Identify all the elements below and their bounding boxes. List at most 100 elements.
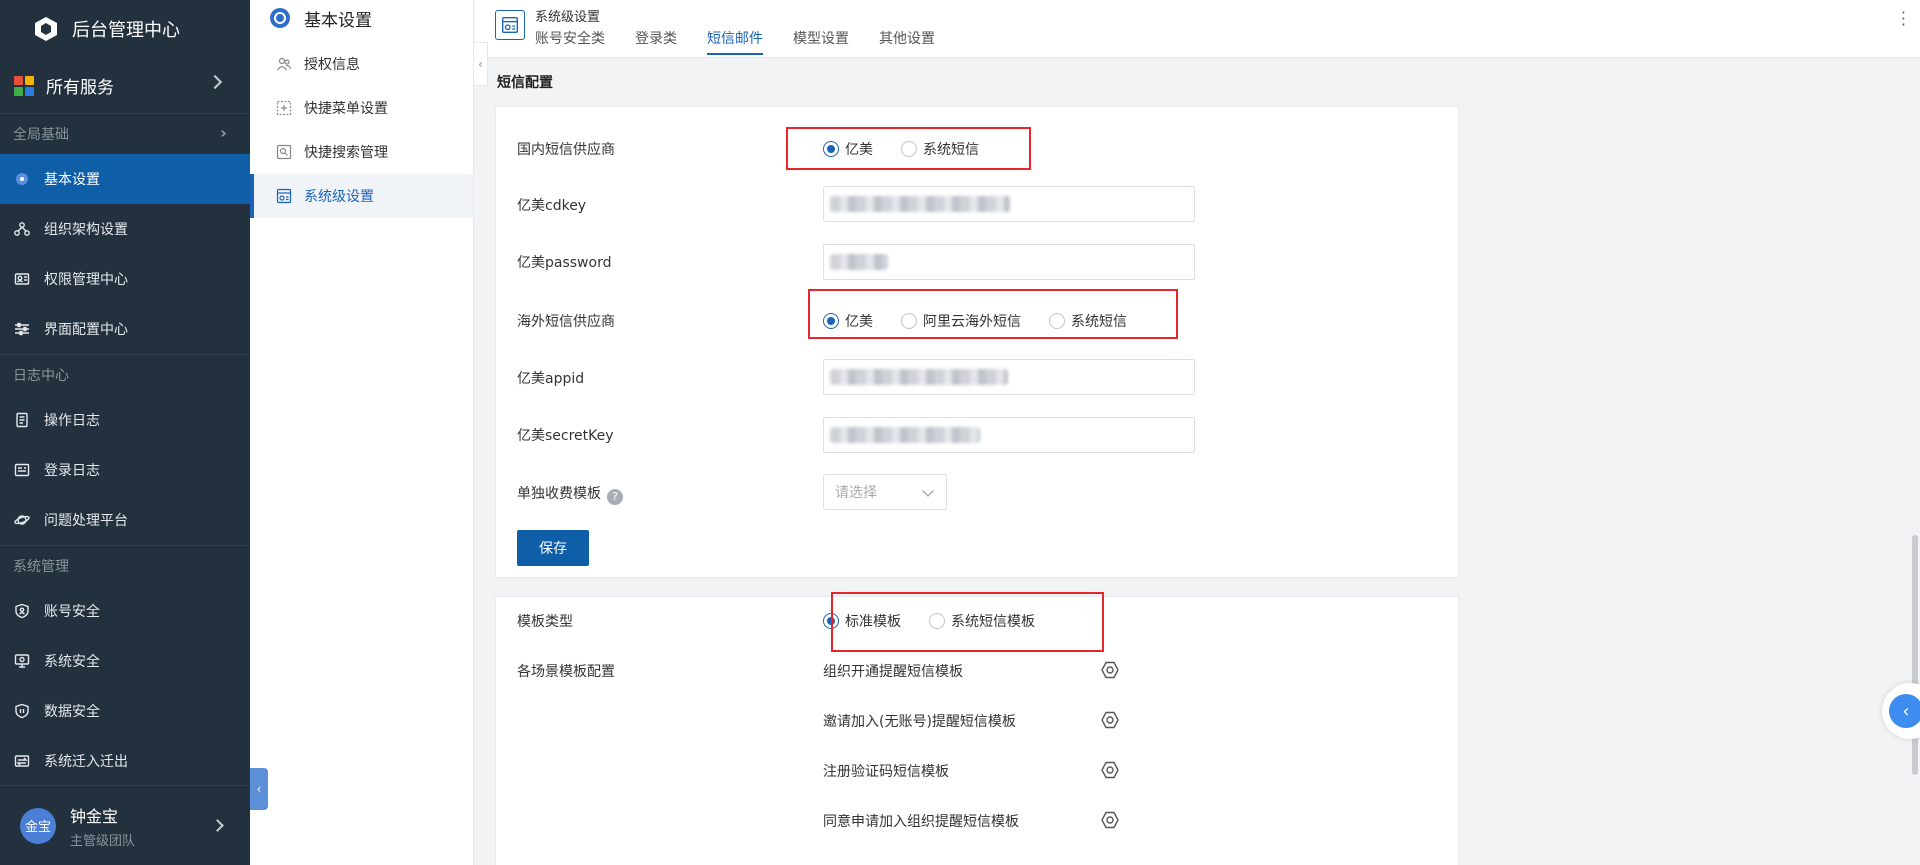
group-title-logs: 日志中心 (13, 368, 69, 384)
main-sidebar: 后台管理中心 所有服务 全局基础 ›› 基本设置 组织架构设置 权限管理中心 界… (0, 0, 250, 865)
settings-dot-icon (14, 171, 30, 187)
sidebar-item-org-settings[interactable]: 组织架构设置 (0, 204, 250, 254)
cdkey-input[interactable] (823, 186, 1195, 222)
settings-hex-icon[interactable] (1100, 710, 1120, 730)
radio-dot (823, 313, 839, 329)
sidebar-item-ui-config[interactable]: 界面配置中心 (0, 304, 250, 354)
radio-dot (901, 313, 917, 329)
sidebar-item-basic-settings[interactable]: 基本设置 (0, 154, 250, 204)
sliders-icon (14, 321, 30, 337)
system-settings-icon (495, 10, 525, 40)
user-profile[interactable]: 金宝 钟金宝 主管级团队 (0, 785, 250, 865)
login-log-icon (14, 462, 30, 478)
radio-dot (1049, 313, 1065, 329)
app-title: 后台管理中心 (72, 20, 180, 41)
sidebar-item-system-security[interactable]: 系统安全 (0, 636, 250, 686)
overseas-provider-label: 海外短信供应商 (517, 314, 615, 330)
domestic-provider-radio-group: 亿美 系统短信 (823, 139, 1007, 159)
page-scrollbar[interactable] (1912, 535, 1918, 775)
group-title-global: 全局基础 ›› (13, 124, 227, 143)
tab-model-settings[interactable]: 模型设置 (793, 28, 849, 55)
tab-other-settings[interactable]: 其他设置 (879, 28, 935, 55)
planet-icon (14, 512, 30, 528)
radio-dot (823, 141, 839, 157)
appid-input[interactable] (823, 359, 1195, 395)
cdkey-label: 亿美cdkey (517, 198, 587, 214)
password-label: 亿美password (517, 255, 612, 271)
submenu-item-shortcut-menu[interactable]: 快捷菜单设置 (250, 86, 473, 130)
radio-overseas-yimei[interactable]: 亿美 (823, 311, 873, 331)
secretkey-label: 亿美secretKey (517, 428, 614, 444)
page-title: 系统级设置 (535, 10, 601, 25)
settings-hex-icon[interactable] (1100, 810, 1120, 830)
double-chevron-icon[interactable]: ›› (220, 124, 227, 142)
template-item-approve-join: 同意申请加入组织提醒短信模板 (823, 814, 1019, 830)
save-button[interactable]: 保存 (517, 530, 589, 566)
people-icon (277, 57, 292, 71)
submenu-collapse-button[interactable]: ‹ (474, 42, 488, 86)
settings-hex-icon[interactable] (1100, 660, 1120, 680)
all-services-button[interactable]: 所有服务 (0, 58, 250, 114)
domestic-provider-label: 国内短信供应商 (517, 142, 615, 158)
password-input[interactable] (823, 244, 1195, 280)
settings-hex-icon[interactable] (1100, 760, 1120, 780)
transfer-icon (14, 753, 30, 769)
more-vertical-icon[interactable]: · · · (1901, 5, 1906, 33)
radio-domestic-yimei[interactable]: 亿美 (823, 139, 873, 159)
help-icon[interactable]: ? (607, 488, 623, 505)
fee-template-select[interactable]: 请选择 (823, 474, 947, 510)
radio-overseas-aliyun[interactable]: 阿里云海外短信 (901, 311, 1021, 331)
monitor-shield-icon (14, 653, 30, 669)
scene-template-label: 各场景模板配置 (517, 664, 615, 680)
chevron-left-icon: ‹ (1889, 694, 1920, 728)
sidebar-item-permission[interactable]: 权限管理中心 (0, 254, 250, 304)
user-name: 钟金宝 (70, 806, 119, 826)
chevron-right-icon (207, 74, 223, 90)
radio-overseas-system[interactable]: 系统短信 (1049, 311, 1127, 331)
settings-tabs: 账号安全类 登录类 短信邮件 模型设置 其他设置 (535, 28, 965, 55)
sidebar-item-issue-platform[interactable]: 问题处理平台 (0, 495, 250, 545)
app-header[interactable]: 后台管理中心 (0, 0, 250, 58)
avatar: 金宝 (20, 807, 56, 844)
appid-label: 亿美appid (517, 371, 585, 387)
shortcut-icon (276, 100, 292, 116)
tab-login[interactable]: 登录类 (635, 28, 677, 55)
radio-domestic-system[interactable]: 系统短信 (901, 139, 979, 159)
sidebar-item-operation-log[interactable]: 操作日志 (0, 395, 250, 445)
submenu-item-shortcut-search[interactable]: 快捷搜索管理 (250, 130, 473, 174)
submenu-item-system-settings[interactable]: 系统级设置 (250, 174, 473, 218)
group-title-system: 系统管理 (13, 559, 69, 575)
settings-submenu: 基本设置 授权信息 快捷菜单设置 快捷搜索管理 系统级设置 (250, 0, 474, 865)
submenu-item-license[interactable]: 授权信息 (250, 42, 473, 86)
org-tree-icon (14, 221, 30, 237)
doc-icon (14, 412, 30, 428)
radio-standard-template[interactable]: 标准模板 (823, 611, 901, 631)
template-config-card: 模板类型 标准模板 系统短信模板 各场景模板配置 组织开通提醒短信模板 邀请加入… (495, 592, 1459, 865)
radio-dot (929, 613, 945, 629)
tab-account-security[interactable]: 账号安全类 (535, 28, 605, 55)
submenu-header: 基本设置 (250, 0, 473, 36)
tab-sms-email[interactable]: 短信邮件 (707, 28, 763, 55)
radio-dot (823, 613, 839, 629)
radio-system-sms-template[interactable]: 系统短信模板 (929, 611, 1035, 631)
user-role: 主管级团队 (70, 833, 136, 849)
floating-assistant-button[interactable]: ‹ (1882, 683, 1920, 739)
sidebar-item-login-log[interactable]: 登录日志 (0, 445, 250, 495)
sidebar-item-data-security[interactable]: 数据安全 (0, 686, 250, 736)
section-title-sms: 短信配置 (497, 75, 553, 91)
chevron-down-icon (922, 485, 934, 497)
shield-icon (14, 703, 30, 719)
sidebar-item-system-transfer[interactable]: 系统迁入迁出 (0, 736, 250, 786)
template-type-radio-group: 标准模板 系统短信模板 (823, 611, 1063, 631)
apps-grid-icon (14, 75, 34, 96)
secretkey-input[interactable] (823, 417, 1195, 453)
sidebar-collapse-button[interactable]: ‹ (250, 768, 268, 810)
chevron-left-icon: ‹ (478, 57, 483, 71)
sms-config-card: 国内短信供应商 亿美 系统短信 亿美cdkey 亿美password 海外短信供… (495, 106, 1459, 578)
template-type-label: 模板类型 (517, 614, 573, 630)
template-item-org-open: 组织开通提醒短信模板 (823, 664, 963, 680)
overseas-provider-radio-group: 亿美 阿里云海外短信 系统短信 (823, 311, 1155, 331)
sidebar-item-account-security[interactable]: 账号安全 (0, 586, 250, 636)
permission-icon (14, 271, 30, 287)
search-manage-icon (276, 144, 292, 160)
